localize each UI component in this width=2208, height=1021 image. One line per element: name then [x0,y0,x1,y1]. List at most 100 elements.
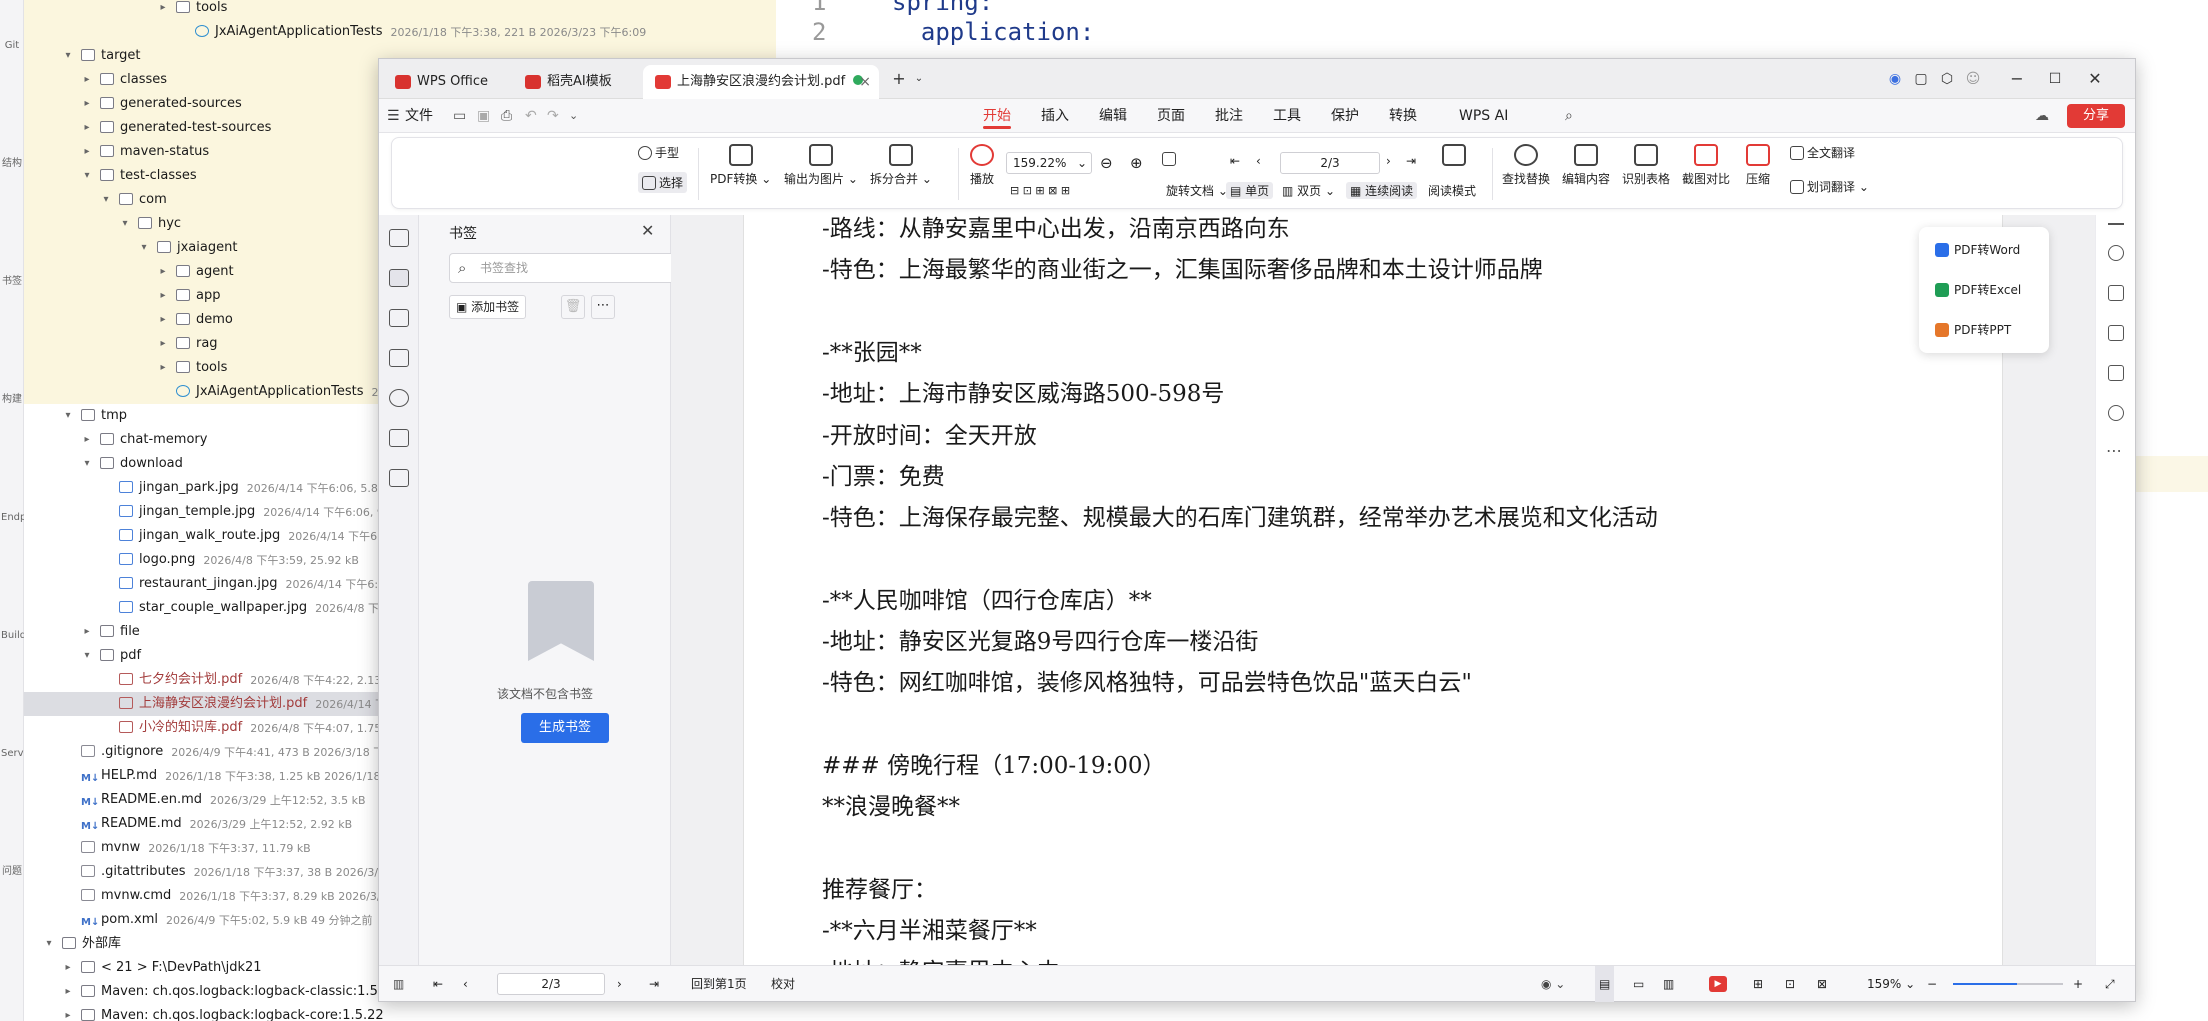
chevron-down-icon[interactable]: ▾ [80,452,94,476]
chevron-right-icon[interactable]: ▸ [156,332,170,356]
back-first-page-button[interactable]: 回到第1页 [691,966,747,1002]
chevron-right-icon[interactable]: ▸ [156,356,170,380]
hamburger-icon[interactable]: ☰ [387,99,400,133]
generate-bookmark-button[interactable]: 生成书签 [521,713,609,743]
grid-icon[interactable]: ⊞ [1753,966,1763,1002]
chevron-right-icon[interactable]: ▸ [156,284,170,308]
chevron-down-icon[interactable]: ▾ [61,404,75,428]
word-translate-button[interactable]: 划词翻译 ⌄ [1790,178,1869,195]
read-mode-top-icon[interactable] [1442,144,1466,170]
menu-item[interactable]: 保护 [1331,99,1359,133]
single-page-button[interactable]: ▤ 单页 [1226,182,1274,199]
signature-icon[interactable] [389,429,409,447]
proofread-button[interactable]: 校对 [771,966,795,1002]
select-tool-button[interactable]: 选择 [638,172,688,193]
settings-sliders-icon[interactable] [2108,325,2124,341]
chevron-down-icon[interactable]: ▾ [42,932,56,956]
tab-daoke[interactable]: 稻壳AI模板 [513,65,639,99]
tree-item[interactable]: ▸ Maven: ch.qos.logback:logback-core:1.5.… [24,1004,776,1021]
more-chevron-icon[interactable]: ⌄ [569,99,578,133]
double-view-icon[interactable]: ▥ [1663,966,1674,1002]
translate-icon[interactable] [2108,285,2124,301]
export-image-button[interactable]: 输出为图片 ⌄ [784,144,858,187]
chevron-down-icon[interactable]: ▾ [99,188,113,212]
view-icons[interactable]: ⊟ ⊡ ⊞ ⊠ ⊞ [1010,184,1070,197]
cloud-sync-icon[interactable]: ☁ [2035,99,2049,133]
tool-window-button[interactable]: Servic [1,748,32,759]
fullscreen-icon[interactable]: ⤢ [2105,966,2115,1002]
chevron-right-icon[interactable]: ▸ [80,116,94,140]
prev-page-icon[interactable]: ‹ [463,966,468,1002]
tab-list-chevron-icon[interactable]: ⌄ [907,67,931,91]
screenshot-compare-button[interactable]: 截图对比 [1682,144,1730,187]
chevron-down-icon[interactable]: ▾ [137,236,151,260]
single-view-icon[interactable]: ▤ [1595,966,1615,1002]
zoom-in-icon[interactable]: + [2073,966,2083,1002]
chevron-right-icon[interactable]: ▸ [61,980,75,1004]
status-page-input[interactable]: 2/3 [497,973,605,995]
tool-window-button[interactable]: 问题 [1,866,23,877]
chevron-right-icon[interactable]: ▸ [61,956,75,980]
zoom-select[interactable]: 159.22% ⌄ [1006,152,1092,174]
split-merge-button[interactable]: 拆分合并 ⌄ [870,144,932,187]
pdf-viewer[interactable]: -路线：从静安嘉里中心出发，沿南京西路向东 -特色：上海最繁华的商业街之一，汇集国… [671,215,2135,965]
thumbnail-icon[interactable] [389,309,409,327]
menu-file[interactable]: 文件 [405,99,433,133]
next-page-icon[interactable]: › [617,966,622,1002]
collapse-icon[interactable] [2108,223,2124,225]
menu-item[interactable]: WPS AI [1459,99,1508,133]
search-icon[interactable] [2108,245,2124,261]
compress-button[interactable]: 压缩 [1746,144,1770,187]
zoom-out-icon[interactable]: ⊖ [1100,154,1113,172]
pdf-to-word-button[interactable]: PDF转Word [1935,241,2020,258]
maximize-icon[interactable]: ☐ [2043,67,2067,91]
bookmark-icon[interactable] [389,269,409,287]
double-page-button[interactable]: ▥ 双页 ⌄ [1282,182,1335,199]
window-icon[interactable]: ▢ [1909,67,1933,91]
chevron-right-icon[interactable]: ▸ [80,92,94,116]
read-mode-button[interactable]: 阅读模式 [1428,182,1476,199]
chevron-right-icon[interactable]: ▸ [80,428,94,452]
first-page-icon[interactable]: ⇤ [1230,154,1240,168]
menu-item[interactable]: 页面 [1157,99,1185,133]
chevron-right-icon[interactable]: ▸ [80,68,94,92]
tool-window-button[interactable]: 结构 [1,158,23,169]
fit-page-icon[interactable]: ⊠ [1817,966,1827,1002]
ai-assistant-icon[interactable]: ◉ [1883,67,1907,91]
print-icon[interactable]: ⎙ [501,99,512,133]
chevron-down-icon[interactable]: ▾ [61,44,75,68]
tool-window-button[interactable]: Endpoints [1,512,51,523]
help-icon[interactable] [2108,405,2124,421]
play-icon[interactable]: ▶ [1709,976,1727,992]
tab-wps-office[interactable]: WPS Office [383,65,509,99]
box-icon[interactable]: ⬡ [1935,67,1959,91]
continuous-read-button[interactable]: ▦ 连续阅读 [1346,182,1418,199]
user-avatar-icon[interactable]: ☺ [1961,67,1985,91]
close-panel-icon[interactable]: ✕ [641,221,654,240]
eye-icon[interactable]: ◉ ⌄ [1541,966,1565,1002]
delete-icon[interactable]: 🗑 [561,295,585,319]
zoom-select[interactable]: 159% ⌄ [1867,966,1915,1002]
tool-window-button[interactable]: 构建 [1,394,23,405]
next-page-icon[interactable]: › [1386,154,1391,168]
rotate-button[interactable]: 旋转文档 ⌄ [1166,182,1228,199]
zoom-slider[interactable] [1953,983,2063,985]
zoom-out-icon[interactable]: − [1927,966,1937,1002]
pdf-to-excel-button[interactable]: PDF转Excel [1935,281,2021,298]
menu-item[interactable]: 工具 [1273,99,1301,133]
book-icon[interactable] [2108,365,2124,381]
open-icon[interactable]: ▭ [453,99,466,133]
menu-item[interactable]: 编辑 [1099,99,1127,133]
more-icon[interactable]: ⋯ [591,295,615,319]
tab-pdf-active[interactable]: 上海静安区浪漫约会计划.pdf × [643,65,879,99]
comment-icon[interactable] [389,349,409,367]
layers-icon[interactable] [389,469,409,487]
search-icon[interactable]: ⌕ [1565,99,1573,133]
tool-window-button[interactable]: 书签 [1,276,23,287]
page-input[interactable]: 2/3 [1280,152,1380,174]
find-replace-button[interactable]: 查找替换 [1502,144,1550,187]
chevron-down-icon[interactable]: ▾ [80,164,94,188]
prev-page-icon[interactable]: ‹ [1256,154,1261,168]
bookmark-search-input[interactable]: ⌕ 书签查找 [449,253,683,283]
tree-item[interactable]: ▸ tools [24,0,776,20]
